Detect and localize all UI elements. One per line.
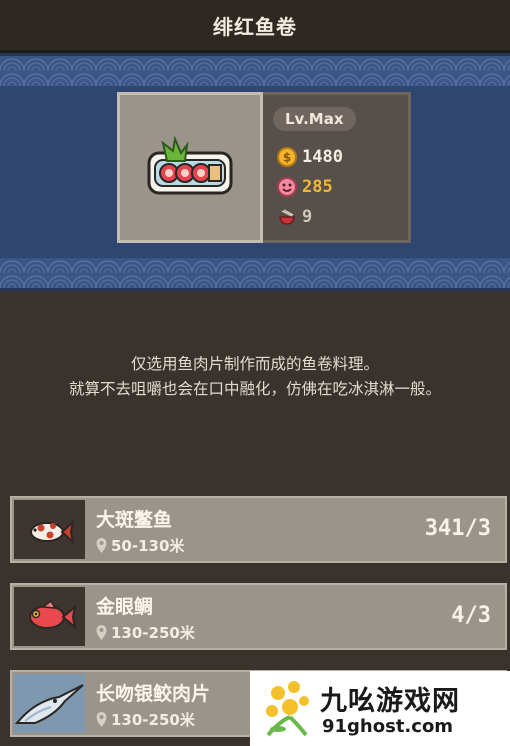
ingredient-icon-box [14, 587, 85, 646]
taste-stat: 285 [277, 177, 333, 197]
bowl-value: 9 [302, 207, 313, 227]
coin-icon: $ [277, 147, 297, 167]
ingredient-depth: 50-130米 [96, 535, 184, 556]
price-stat: $ 1480 [277, 147, 343, 167]
ingredient-name: 金眼鲷 [96, 596, 154, 618]
ingredient-count: 4/3 [451, 603, 491, 628]
watermark-title: 九吆游戏网 [320, 686, 460, 717]
top-bar: 绯红鱼卷 [0, 0, 510, 53]
ingredient-depth: 130-250米 [96, 622, 195, 643]
level-badge: Lv.Max [273, 107, 356, 131]
wave-pattern-top [0, 56, 510, 86]
site-watermark: 九吆游戏网 91ghost.com [250, 671, 510, 746]
bowl-icon [279, 209, 295, 225]
fish-roll-dish-icon [147, 134, 233, 194]
watermark-url: 91ghost.com [322, 716, 454, 737]
location-pin-icon [96, 712, 107, 727]
wave-pattern-bottom [0, 258, 510, 288]
flower-logo-icon [266, 681, 309, 737]
bowl-stat: 9 [277, 207, 312, 227]
page-title: 绯红鱼卷 [213, 14, 297, 39]
ingredient-depth-value: 130-250米 [111, 711, 195, 729]
swordfish-fillet-icon [14, 683, 84, 724]
ingredient-depth-value: 130-250米 [111, 624, 195, 642]
price-value: 1480 [302, 147, 343, 167]
ingredient-icon-box [14, 674, 85, 733]
svg-text:$: $ [283, 151, 291, 165]
red-snapper-icon [28, 599, 77, 630]
ingredient-depth: 130-250米 [96, 709, 195, 730]
ingredient-depth-value: 50-130米 [111, 537, 185, 555]
ingredient-row[interactable]: 金眼鲷 130-250米 4/3 [10, 583, 507, 650]
description-line-1: 仅选用鱼肉片制作而成的鱼卷料理。 [130, 355, 379, 373]
spotted-fish-icon [29, 518, 75, 545]
ingredient-count: 341/3 [424, 516, 491, 541]
ingredient-name: 长吻银鲛肉片 [96, 683, 211, 705]
location-pin-icon [96, 538, 107, 553]
ingredient-row[interactable]: 大斑鳖鱼 50-130米 341/3 [10, 496, 507, 563]
taste-value: 285 [302, 177, 333, 197]
taste-face-icon [277, 177, 297, 197]
dish-image-card [117, 92, 263, 243]
ingredient-icon-box [14, 500, 85, 559]
dish-info-card: Lv.Max $ 1480 285 9 [263, 92, 411, 243]
ingredient-name: 大斑鳖鱼 [96, 509, 173, 531]
description-line-2: 就算不去咀嚼也会在口中融化，仿佛在吃冰淇淋一般。 [68, 380, 441, 398]
dish-description: 仅选用鱼肉片制作而成的鱼卷料理。 就算不去咀嚼也会在口中融化，仿佛在吃冰淇淋一般… [0, 352, 510, 402]
location-pin-icon [96, 625, 107, 640]
